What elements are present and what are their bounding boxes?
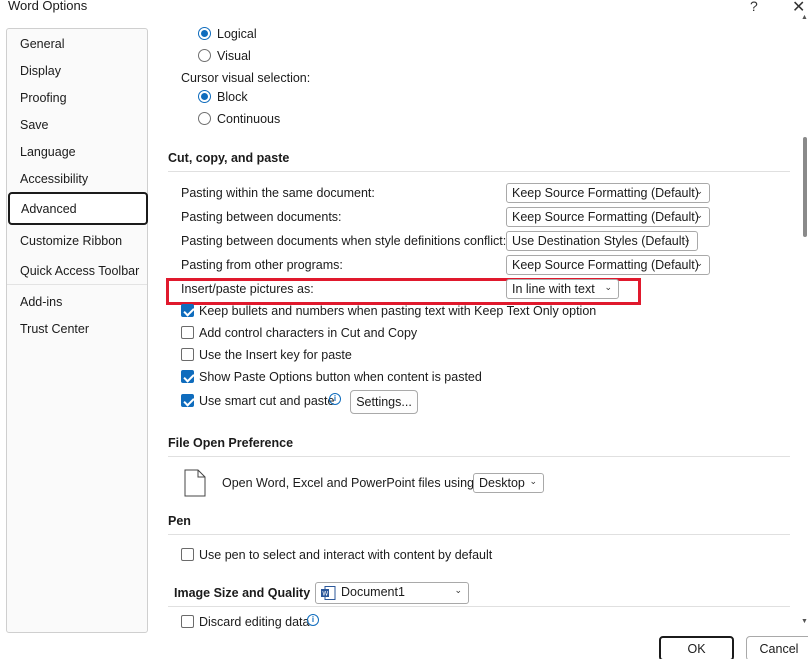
block-radio-label: Block [217,90,248,104]
insert-pictures-select[interactable]: In line with text ⌄ [506,279,619,299]
pen-heading: Pen [168,514,191,528]
chevron-down-icon: ⌄ [695,210,703,220]
paste-style-conflict-label: Pasting between documents when style def… [181,234,507,248]
insert-key-checkbox[interactable] [181,348,194,361]
help-button[interactable]: ? [750,0,758,14]
chevron-down-icon: ⌄ [695,258,703,268]
window-title: Word Options [8,0,88,13]
logical-radio[interactable] [198,27,211,40]
options-sidebar: General Display Proofing Save Language A… [6,28,148,633]
paste-same-doc-value: Keep Source Formatting (Default) [512,186,699,200]
insert-pictures-label: Insert/paste pictures as: [181,282,314,296]
chevron-down-icon: ⌄ [683,234,691,244]
sidebar-item-save[interactable]: Save [20,118,49,132]
section-divider [168,456,790,457]
paste-style-conflict-value: Use Destination Styles (Default) [512,234,690,248]
cut-copy-paste-heading: Cut, copy, and paste [168,151,290,165]
insert-pictures-value: In line with text [512,282,595,296]
smart-cut-checkbox[interactable] [181,394,194,407]
logical-radio-label: Logical [217,27,257,41]
cancel-button[interactable]: Cancel [746,636,808,659]
smart-cut-label: Use smart cut and paste [199,394,335,408]
image-size-heading: Image Size and Quality [174,586,311,600]
discard-editing-label: Discard editing data [199,615,310,629]
file-open-select[interactable]: Desktop ⌄ [473,473,544,493]
chevron-down-icon: ⌄ [695,186,703,196]
section-divider [168,171,790,172]
sidebar-item-accessibility[interactable]: Accessibility [20,172,88,186]
paste-between-docs-select[interactable]: Keep Source Formatting (Default) ⌄ [506,207,710,227]
info-icon[interactable]: i [307,614,319,626]
sidebar-item-language[interactable]: Language [20,145,76,159]
sidebar-item-general[interactable]: General [20,37,64,51]
continuous-radio-label: Continuous [217,112,281,126]
sidebar-item-proofing[interactable]: Proofing [20,91,67,105]
document-icon [184,469,206,497]
sidebar-item-display[interactable]: Display [20,64,61,78]
ok-button[interactable]: OK [659,636,734,659]
svg-text:W: W [322,591,328,598]
sidebar-item-add-ins[interactable]: Add-ins [20,295,62,309]
file-open-label: Open Word, Excel and PowerPoint files us… [222,476,478,490]
chevron-down-icon: ⌄ [454,585,462,595]
paste-between-docs-value: Keep Source Formatting (Default) [512,210,699,224]
info-icon[interactable]: i [329,393,341,405]
image-size-document-select[interactable]: W Document1 ⌄ [315,582,469,604]
chevron-down-icon: ⌄ [529,476,537,486]
discard-editing-checkbox[interactable] [181,615,194,628]
sidebar-divider [7,284,147,285]
file-open-heading: File Open Preference [168,436,294,450]
sidebar-item-customize-ribbon[interactable]: Customize Ribbon [20,234,122,248]
scrollbar[interactable] [800,14,808,634]
insert-key-label: Use the Insert key for paste [199,348,352,362]
keep-bullets-label: Keep bullets and numbers when pasting te… [199,304,597,318]
word-doc-icon: W [321,586,336,600]
continuous-radio[interactable] [198,112,211,125]
cursor-selection-heading: Cursor visual selection: [181,71,311,85]
keep-bullets-checkbox[interactable] [181,304,194,317]
section-divider [168,606,790,607]
file-open-value: Desktop [479,476,525,490]
section-divider [168,534,790,535]
visual-radio[interactable] [198,49,211,62]
control-chars-checkbox[interactable] [181,326,194,339]
control-chars-label: Add control characters in Cut and Copy [199,326,418,340]
paste-between-docs-label: Pasting between documents: [181,210,342,224]
scroll-up-icon[interactable]: ▲ [801,14,808,21]
scroll-down-icon[interactable]: ▼ [801,618,808,625]
block-radio[interactable] [198,90,211,103]
paste-other-programs-select[interactable]: Keep Source Formatting (Default) ⌄ [506,255,710,275]
sidebar-item-quick-access-toolbar[interactable]: Quick Access Toolbar [20,264,139,278]
image-size-document-value: Document1 [341,585,405,599]
pen-checkbox[interactable] [181,548,194,561]
settings-button[interactable]: Settings... [350,390,418,414]
pen-label: Use pen to select and interact with cont… [199,548,493,562]
chevron-down-icon: ⌄ [604,282,612,292]
paste-options-checkbox[interactable] [181,370,194,383]
paste-same-doc-label: Pasting within the same document: [181,186,375,200]
paste-other-programs-value: Keep Source Formatting (Default) [512,258,699,272]
sidebar-item-advanced[interactable]: Advanced [8,192,148,225]
paste-other-programs-label: Pasting from other programs: [181,258,343,272]
visual-radio-label: Visual [217,49,251,63]
sidebar-item-trust-center[interactable]: Trust Center [20,322,89,336]
paste-style-conflict-select[interactable]: Use Destination Styles (Default) ⌄ [506,231,698,251]
scrollbar-thumb[interactable] [803,137,807,237]
options-content: Logical Visual Cursor visual selection: … [150,14,800,634]
paste-same-doc-select[interactable]: Keep Source Formatting (Default) ⌄ [506,183,710,203]
paste-options-label: Show Paste Options button when content i… [199,370,482,384]
